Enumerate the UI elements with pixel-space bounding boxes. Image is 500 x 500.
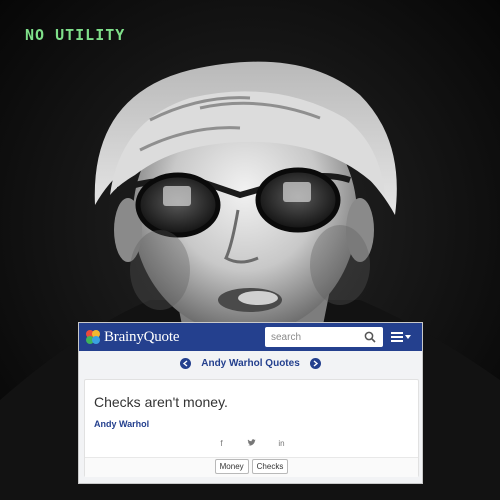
chevron-right-icon[interactable] xyxy=(309,357,321,369)
search-box xyxy=(265,327,383,347)
tag-list: Money Checks xyxy=(85,459,418,474)
menu-button[interactable] xyxy=(391,330,413,344)
facebook-icon[interactable]: f xyxy=(217,438,227,448)
linkedin-icon[interactable]: in xyxy=(277,438,287,448)
quote-card: Checks aren't money. Andy Warhol f in Mo… xyxy=(84,379,419,477)
brainyquote-logo[interactable]: BrainyQuote xyxy=(85,328,179,346)
search-icon[interactable] xyxy=(364,331,376,343)
hamburger-icon xyxy=(391,332,403,342)
logo-icon xyxy=(86,330,100,344)
tag-checks[interactable]: Checks xyxy=(251,459,289,474)
author-quotes-link[interactable]: Andy Warhol Quotes xyxy=(201,358,300,369)
share-bar: f in xyxy=(85,438,418,452)
brand-name: BrainyQuote xyxy=(104,328,180,345)
quote-author-link[interactable]: Andy Warhol xyxy=(94,419,149,429)
quote-text[interactable]: Checks aren't money. xyxy=(94,394,228,410)
top-navbar: BrainyQuote xyxy=(79,323,422,351)
overlay-title: NO UTILITY xyxy=(25,26,126,44)
tag-money[interactable]: Money xyxy=(214,459,249,474)
author-subnav: Andy Warhol Quotes xyxy=(79,351,422,375)
brainyquote-page: BrainyQuote Andy Warhol Quotes xyxy=(78,322,423,484)
caret-down-icon xyxy=(405,335,411,339)
search-input[interactable] xyxy=(265,327,360,347)
chevron-left-icon[interactable] xyxy=(180,357,192,369)
twitter-icon[interactable] xyxy=(247,438,257,448)
